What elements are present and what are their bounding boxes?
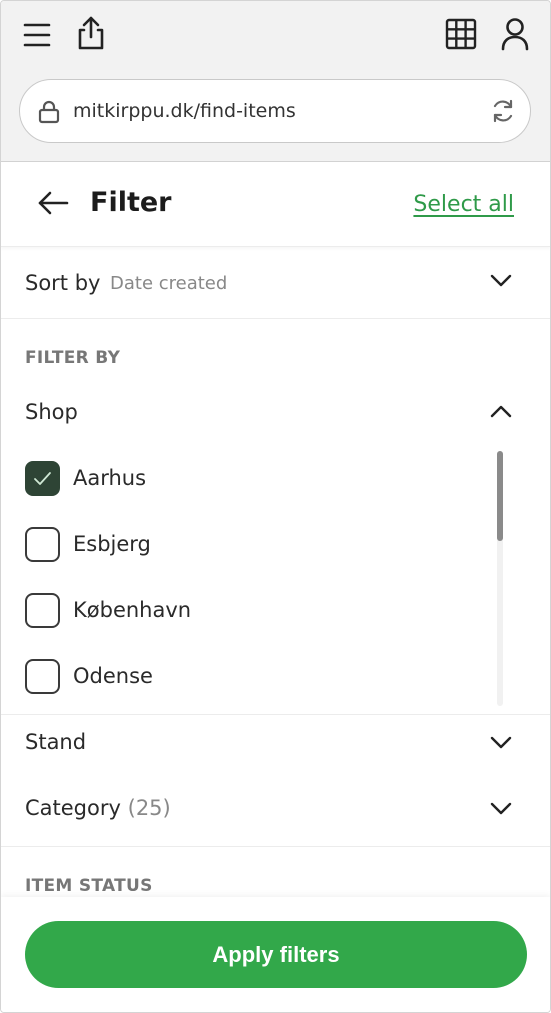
checkbox-label: Aarhus	[73, 466, 147, 490]
grid-icon[interactable]	[444, 17, 478, 51]
chevron-down-icon[interactable]	[490, 273, 512, 292]
category-count: (25)	[127, 796, 171, 820]
category-label: Category (25)	[25, 796, 171, 820]
bottom-action-bar: Apply filters	[1, 897, 550, 1012]
scrollbar[interactable]	[497, 451, 503, 706]
sort-value: Date created	[110, 273, 228, 294]
apply-filters-button[interactable]: Apply filters	[25, 921, 527, 988]
chevron-up-icon[interactable]	[490, 403, 512, 422]
checkbox-label: København	[73, 598, 192, 622]
divider	[1, 846, 550, 847]
checkbox-checked[interactable]	[25, 461, 60, 496]
account-icon[interactable]	[498, 17, 532, 51]
reload-icon[interactable]	[490, 98, 516, 128]
checkbox-label: Esbjerg	[73, 532, 151, 556]
divider	[1, 318, 550, 319]
lock-icon	[38, 100, 60, 128]
item-status-heading: ITEM STATUS	[25, 876, 153, 896]
checkbox[interactable]	[25, 659, 60, 694]
chevron-down-icon[interactable]	[490, 735, 512, 754]
browser-toolbar: mitkirppu.dk/find-items	[1, 1, 550, 162]
select-all-link[interactable]: Select all	[413, 192, 514, 217]
checkbox[interactable]	[25, 527, 60, 562]
shop-label: Shop	[25, 400, 78, 424]
divider	[1, 714, 550, 715]
sort-label: Sort by	[25, 271, 101, 295]
address-bar[interactable]: mitkirppu.dk/find-items	[19, 79, 531, 143]
stand-label: Stand	[25, 730, 87, 754]
page-title: Filter	[90, 187, 172, 218]
url-text: mitkirppu.dk/find-items	[73, 100, 296, 122]
filter-by-heading: FILTER BY	[25, 348, 121, 368]
back-arrow-icon[interactable]	[37, 188, 69, 222]
filter-header: Filter Select all	[1, 162, 550, 247]
checkbox-label: Odense	[73, 664, 153, 688]
scrollbar-thumb[interactable]	[497, 451, 503, 541]
app-frame: mitkirppu.dk/find-items Filter Select al…	[0, 0, 551, 1013]
menu-icon[interactable]	[20, 18, 54, 52]
checkbox[interactable]	[25, 593, 60, 628]
share-icon[interactable]	[74, 16, 108, 50]
chevron-down-icon[interactable]	[490, 801, 512, 820]
